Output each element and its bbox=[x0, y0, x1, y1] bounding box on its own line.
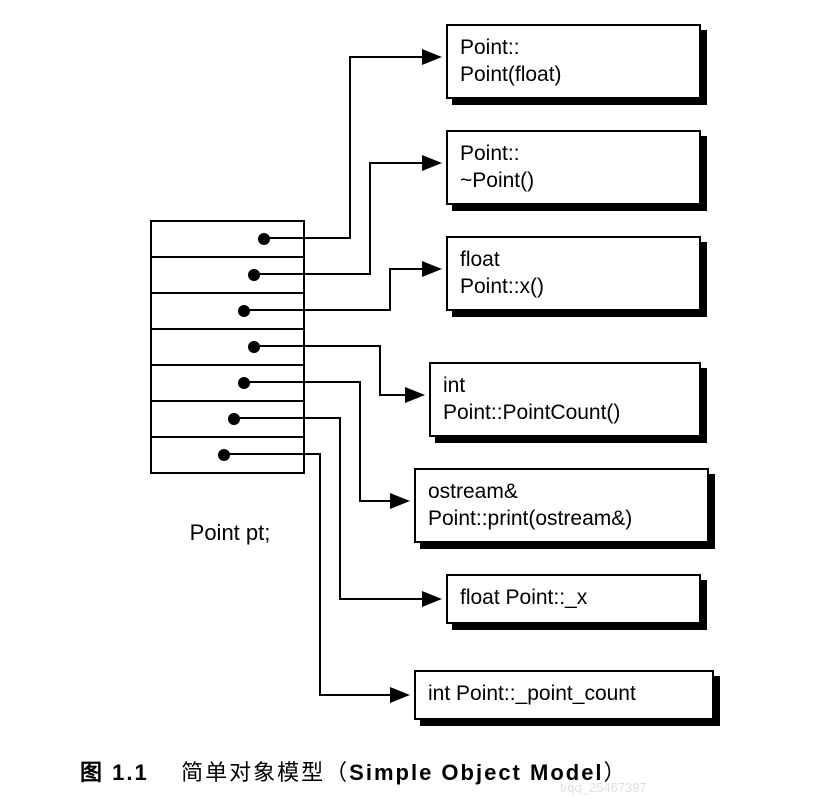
pointer-dot bbox=[248, 341, 260, 353]
member-box-method-pointcount: int Point::PointCount() bbox=[429, 362, 701, 437]
object-slot bbox=[152, 294, 303, 330]
member-box-method-x: float Point::x() bbox=[446, 236, 701, 311]
member-box-method-print: ostream& Point::print(ostream&) bbox=[414, 468, 709, 543]
object-instance-label: Point pt; bbox=[155, 520, 305, 546]
object-slot bbox=[152, 438, 303, 474]
pointer-dot bbox=[258, 233, 270, 245]
member-box-constructor: Point:: Point(float) bbox=[446, 24, 701, 99]
member-box-data-pointcount: int Point::_point_count bbox=[414, 670, 714, 720]
pointer-dot bbox=[248, 269, 260, 281]
object-slot bbox=[152, 222, 303, 258]
member-box-destructor: Point:: ~Point() bbox=[446, 130, 701, 205]
pointer-dot bbox=[218, 449, 230, 461]
object-slot bbox=[152, 258, 303, 294]
member-box-data-x: float Point::_x bbox=[446, 574, 701, 624]
pointer-dot bbox=[238, 305, 250, 317]
figure-caption: 图 1.1 简单对象模型（Simple Object Model） bbox=[80, 755, 628, 787]
object-slot-table bbox=[150, 220, 305, 474]
object-slot bbox=[152, 366, 303, 402]
watermark-text: t/qq_25467397 bbox=[560, 780, 647, 795]
pointer-dot bbox=[238, 377, 250, 389]
simple-object-model-diagram: Point pt; Point:: Point(float) Point:: ~… bbox=[0, 0, 820, 802]
object-slot bbox=[152, 330, 303, 366]
pointer-dot bbox=[228, 413, 240, 425]
caption-text-cn: 简单对象模型（ bbox=[181, 760, 349, 785]
object-slot bbox=[152, 402, 303, 438]
figure-number: 图 1.1 bbox=[80, 760, 149, 785]
